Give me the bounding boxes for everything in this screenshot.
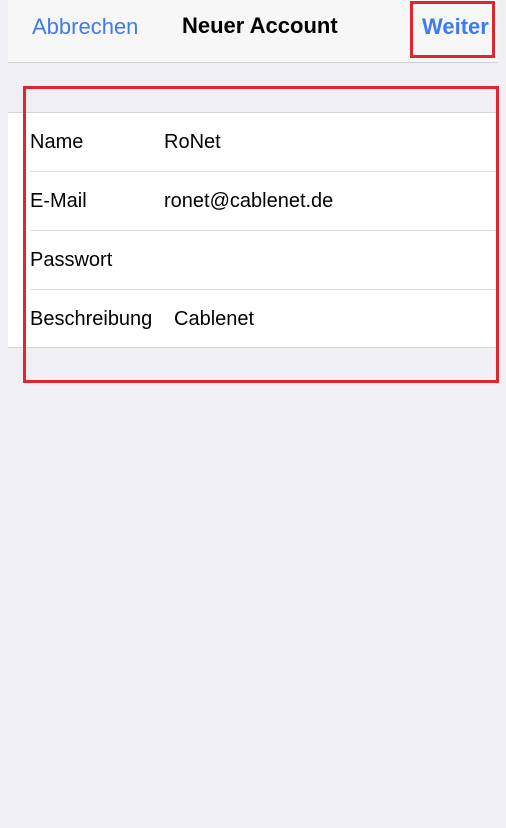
form-highlight [23,86,499,383]
next-button-highlight [410,1,495,58]
page-title: Neuer Account [182,13,338,38]
new-account-screen: Abbrechen Neuer Account Weiter Name RoNe… [8,0,499,828]
cancel-button[interactable]: Abbrechen [32,14,138,40]
